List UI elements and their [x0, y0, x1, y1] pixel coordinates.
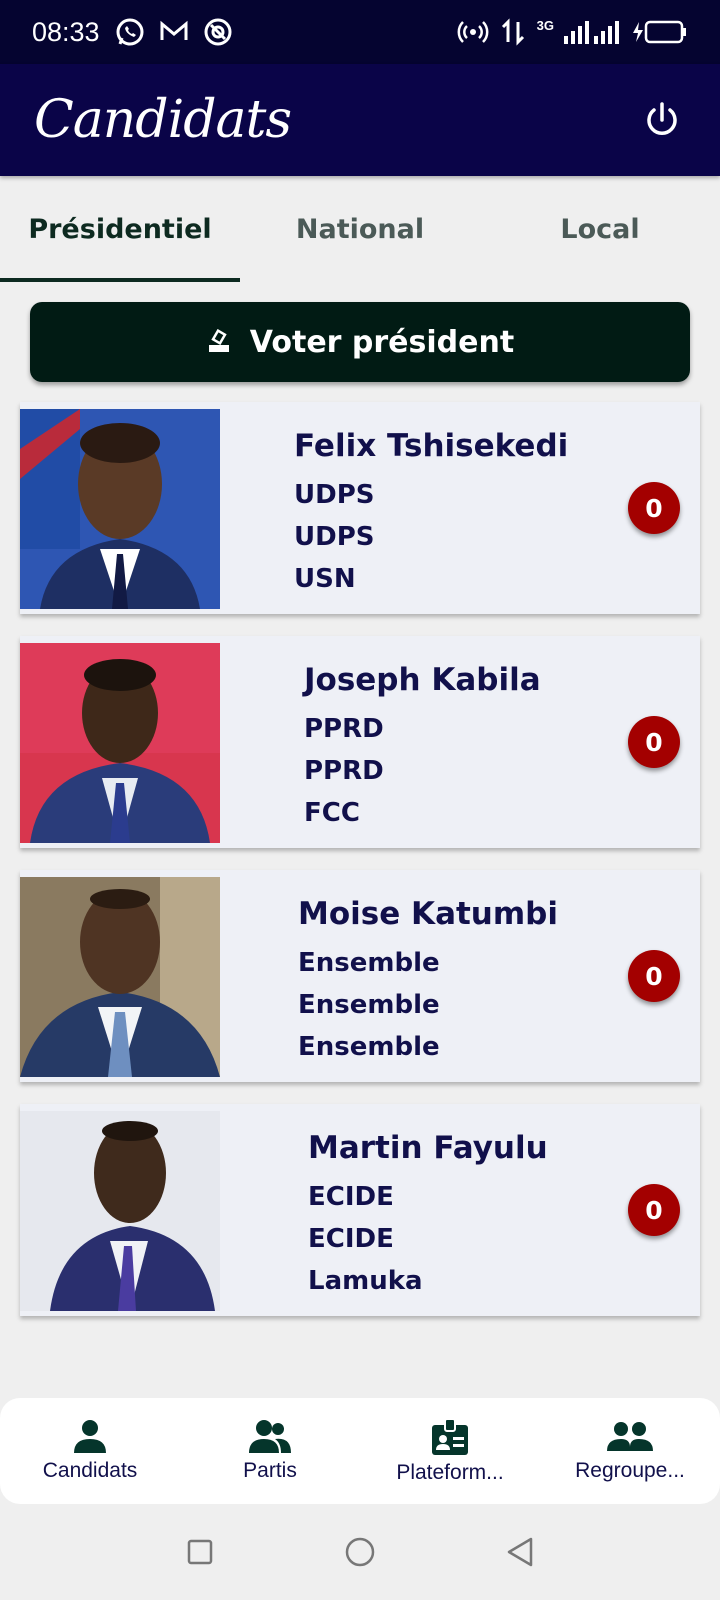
candidate-platform: FCC — [304, 798, 360, 828]
nav-label: Plateform... — [396, 1461, 504, 1484]
nav-label: Regroupe... — [575, 1459, 685, 1482]
candidate-party: UDPS — [294, 480, 375, 510]
candidate-party: PPRD — [304, 714, 384, 744]
candidate-name: Joseph Kabila — [304, 662, 541, 698]
vote-count-badge: 0 — [628, 950, 680, 1002]
notification-icons — [114, 16, 234, 48]
group-icon — [249, 1420, 291, 1453]
hotspot-icon — [457, 21, 489, 43]
candidate-name: Felix Tshisekedi — [294, 428, 569, 464]
candidate-info: Joseph Kabila PPRD PPRD FCC — [304, 662, 541, 834]
candidate-card[interactable]: Joseph Kabila PPRD PPRD FCC 0 — [20, 636, 700, 848]
home-button[interactable] — [340, 1532, 380, 1572]
candidate-card[interactable]: Moise Katumbi Ensemble Ensemble Ensemble… — [20, 870, 700, 1082]
candidate-name: Moise Katumbi — [298, 896, 558, 932]
badge-icon — [432, 1418, 468, 1455]
square-icon — [187, 1539, 213, 1565]
nav-label: Partis — [243, 1459, 297, 1482]
candidate-party-short: UDPS — [294, 522, 375, 552]
status-bar: 08:33 3G — [0, 0, 720, 64]
back-button[interactable] — [500, 1532, 540, 1572]
system-status-icons: 3G — [457, 16, 688, 48]
whatsapp-icon — [116, 18, 144, 46]
candidate-photo — [20, 643, 220, 843]
vote-president-button[interactable]: Voter président — [30, 302, 690, 382]
system-navigation — [0, 1504, 720, 1600]
circle-icon — [345, 1537, 375, 1567]
signal-icon — [564, 21, 619, 44]
candidate-platform: Ensemble — [298, 1032, 440, 1062]
candidate-platform: Lamuka — [308, 1266, 423, 1296]
tab-local[interactable]: Local — [480, 176, 720, 282]
recent-apps-button[interactable] — [180, 1532, 220, 1572]
candidate-photo — [20, 877, 220, 1077]
vpn-icon — [204, 18, 232, 46]
nav-label: Candidats — [42, 1459, 138, 1482]
candidate-info: Moise Katumbi Ensemble Ensemble Ensemble — [298, 896, 558, 1068]
candidate-photo — [20, 409, 220, 609]
page-title: Candidats — [34, 90, 292, 150]
candidate-party-short: PPRD — [304, 756, 384, 786]
vote-button-label: Voter président — [249, 324, 515, 360]
nav-plateformes[interactable]: Plateform... — [360, 1398, 540, 1504]
network-type: 3G — [536, 17, 554, 33]
candidate-party: ECIDE — [308, 1182, 394, 1212]
people-icon — [607, 1422, 653, 1451]
candidate-info: Martin Fayulu ECIDE ECIDE Lamuka — [308, 1130, 548, 1302]
logout-button[interactable] — [638, 96, 686, 144]
app-bar: Candidats — [0, 64, 720, 176]
data-transfer-icon — [501, 18, 524, 46]
tab-presidentiel[interactable]: Présidentiel — [0, 176, 240, 282]
candidate-party: Ensemble — [298, 948, 440, 978]
power-icon — [647, 102, 677, 135]
triangle-back-icon — [507, 1537, 533, 1567]
vote-count-badge: 0 — [628, 482, 680, 534]
candidate-photo — [20, 1111, 220, 1311]
nav-partis[interactable]: Partis — [180, 1398, 360, 1504]
nav-candidats[interactable]: Candidats — [0, 1398, 180, 1504]
battery-charging-icon — [633, 20, 686, 44]
candidate-party-short: Ensemble — [298, 990, 440, 1020]
vote-count-badge: 0 — [628, 1184, 680, 1236]
candidate-list: Felix Tshisekedi UDPS UDPS USN 0 Joseph … — [20, 402, 700, 1338]
candidate-card[interactable]: Felix Tshisekedi UDPS UDPS USN 0 — [20, 402, 700, 614]
candidate-card[interactable]: Martin Fayulu ECIDE ECIDE Lamuka 0 — [20, 1104, 700, 1316]
candidate-platform: USN — [294, 564, 356, 594]
tab-national[interactable]: National — [240, 176, 480, 282]
candidate-info: Felix Tshisekedi UDPS UDPS USN — [294, 428, 568, 600]
election-tabs: Présidentiel National Local — [0, 176, 720, 282]
candidate-name: Martin Fayulu — [308, 1130, 548, 1166]
bottom-navigation: Candidats Partis Plateform... Regroupe..… — [0, 1398, 720, 1504]
nav-regroupements[interactable]: Regroupe... — [540, 1398, 720, 1504]
vote-count-badge: 0 — [628, 716, 680, 768]
ballot-icon — [208, 329, 229, 352]
status-time: 08:33 — [32, 16, 100, 47]
person-icon — [74, 1420, 106, 1453]
candidate-party-short: ECIDE — [308, 1224, 394, 1254]
gmail-icon — [160, 20, 188, 40]
